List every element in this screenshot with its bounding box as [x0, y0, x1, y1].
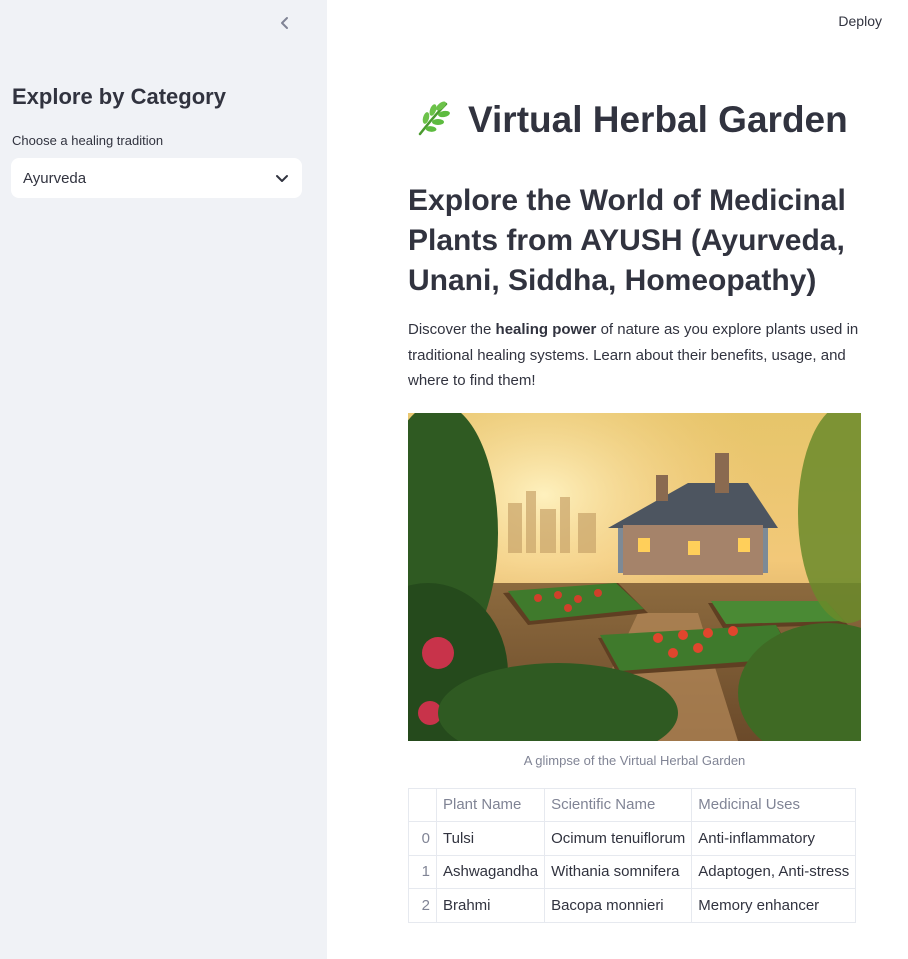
plant-name-cell[interactable]: Ashwagandha	[435, 854, 546, 889]
select-value: Ayurveda	[23, 169, 87, 187]
garden-image	[408, 412, 861, 741]
image-caption: A glimpse of the Virtual Herbal Garden	[523, 752, 746, 768]
scientific-name-cell[interactable]: Ocimum tenuiflorum	[544, 821, 693, 856]
table-row: 0 Tulsi Ocimum tenuiflorum Anti-inflamma…	[408, 821, 857, 856]
table-row: 2 Brahmi Bacopa monnieri Memory enhancer	[408, 888, 857, 923]
row-index: 0	[408, 821, 437, 856]
table-header-index	[408, 787, 437, 822]
page-title: Virtual Herbal Garden	[408, 96, 861, 144]
herb-leaf-icon	[414, 98, 454, 138]
tradition-select[interactable]: Ayurveda	[11, 158, 302, 198]
table-header-scientific-name[interactable]: Scientific Name	[544, 787, 693, 822]
chevron-down-icon	[274, 170, 290, 186]
medicinal-uses-cell[interactable]: Anti-inflammatory	[691, 821, 857, 856]
sidebar: Explore by Category Choose a healing tra…	[0, 0, 327, 959]
plants-table: Plant Name Scientific Name Medicinal Use…	[408, 787, 857, 923]
main-area: Deploy Virtual Herbal Garden Explore the…	[327, 0, 908, 959]
table-row: 1 Ashwagandha Withania somnifera Adaptog…	[408, 854, 857, 889]
medicinal-uses-cell[interactable]: Adaptogen, Anti-stress	[691, 854, 857, 889]
page-subtitle: Explore the World of Medicinal Plants fr…	[408, 184, 846, 297]
sidebar-title: Explore by Category	[12, 84, 226, 109]
plant-name-cell[interactable]: Tulsi	[435, 821, 546, 856]
deploy-button[interactable]: Deploy	[838, 13, 882, 29]
row-index: 2	[408, 888, 437, 923]
medicinal-uses-cell[interactable]: Memory enhancer	[691, 888, 857, 923]
scientific-name-cell[interactable]: Bacopa monnieri	[544, 888, 693, 923]
main-content: Virtual Herbal Garden Explore the World …	[408, 96, 861, 923]
sidebar-collapse-button[interactable]	[272, 10, 298, 36]
intro-paragraph: Discover the healing power of nature as …	[408, 317, 861, 394]
row-index: 1	[408, 854, 437, 889]
select-label: Choose a healing tradition	[12, 133, 164, 148]
plant-name-cell[interactable]: Brahmi	[435, 888, 546, 923]
table-header-plant-name[interactable]: Plant Name	[435, 787, 546, 822]
intro-text-start: Discover the	[408, 321, 496, 338]
intro-bold-text: healing power	[495, 321, 597, 338]
table-header-medicinal-uses[interactable]: Medicinal Uses	[691, 787, 857, 822]
page-title-text: Virtual Herbal Garden	[468, 99, 848, 140]
scientific-name-cell[interactable]: Withania somnifera	[544, 854, 693, 889]
chevron-left-icon	[281, 17, 288, 29]
table-header-row: Plant Name Scientific Name Medicinal Use…	[408, 787, 857, 822]
